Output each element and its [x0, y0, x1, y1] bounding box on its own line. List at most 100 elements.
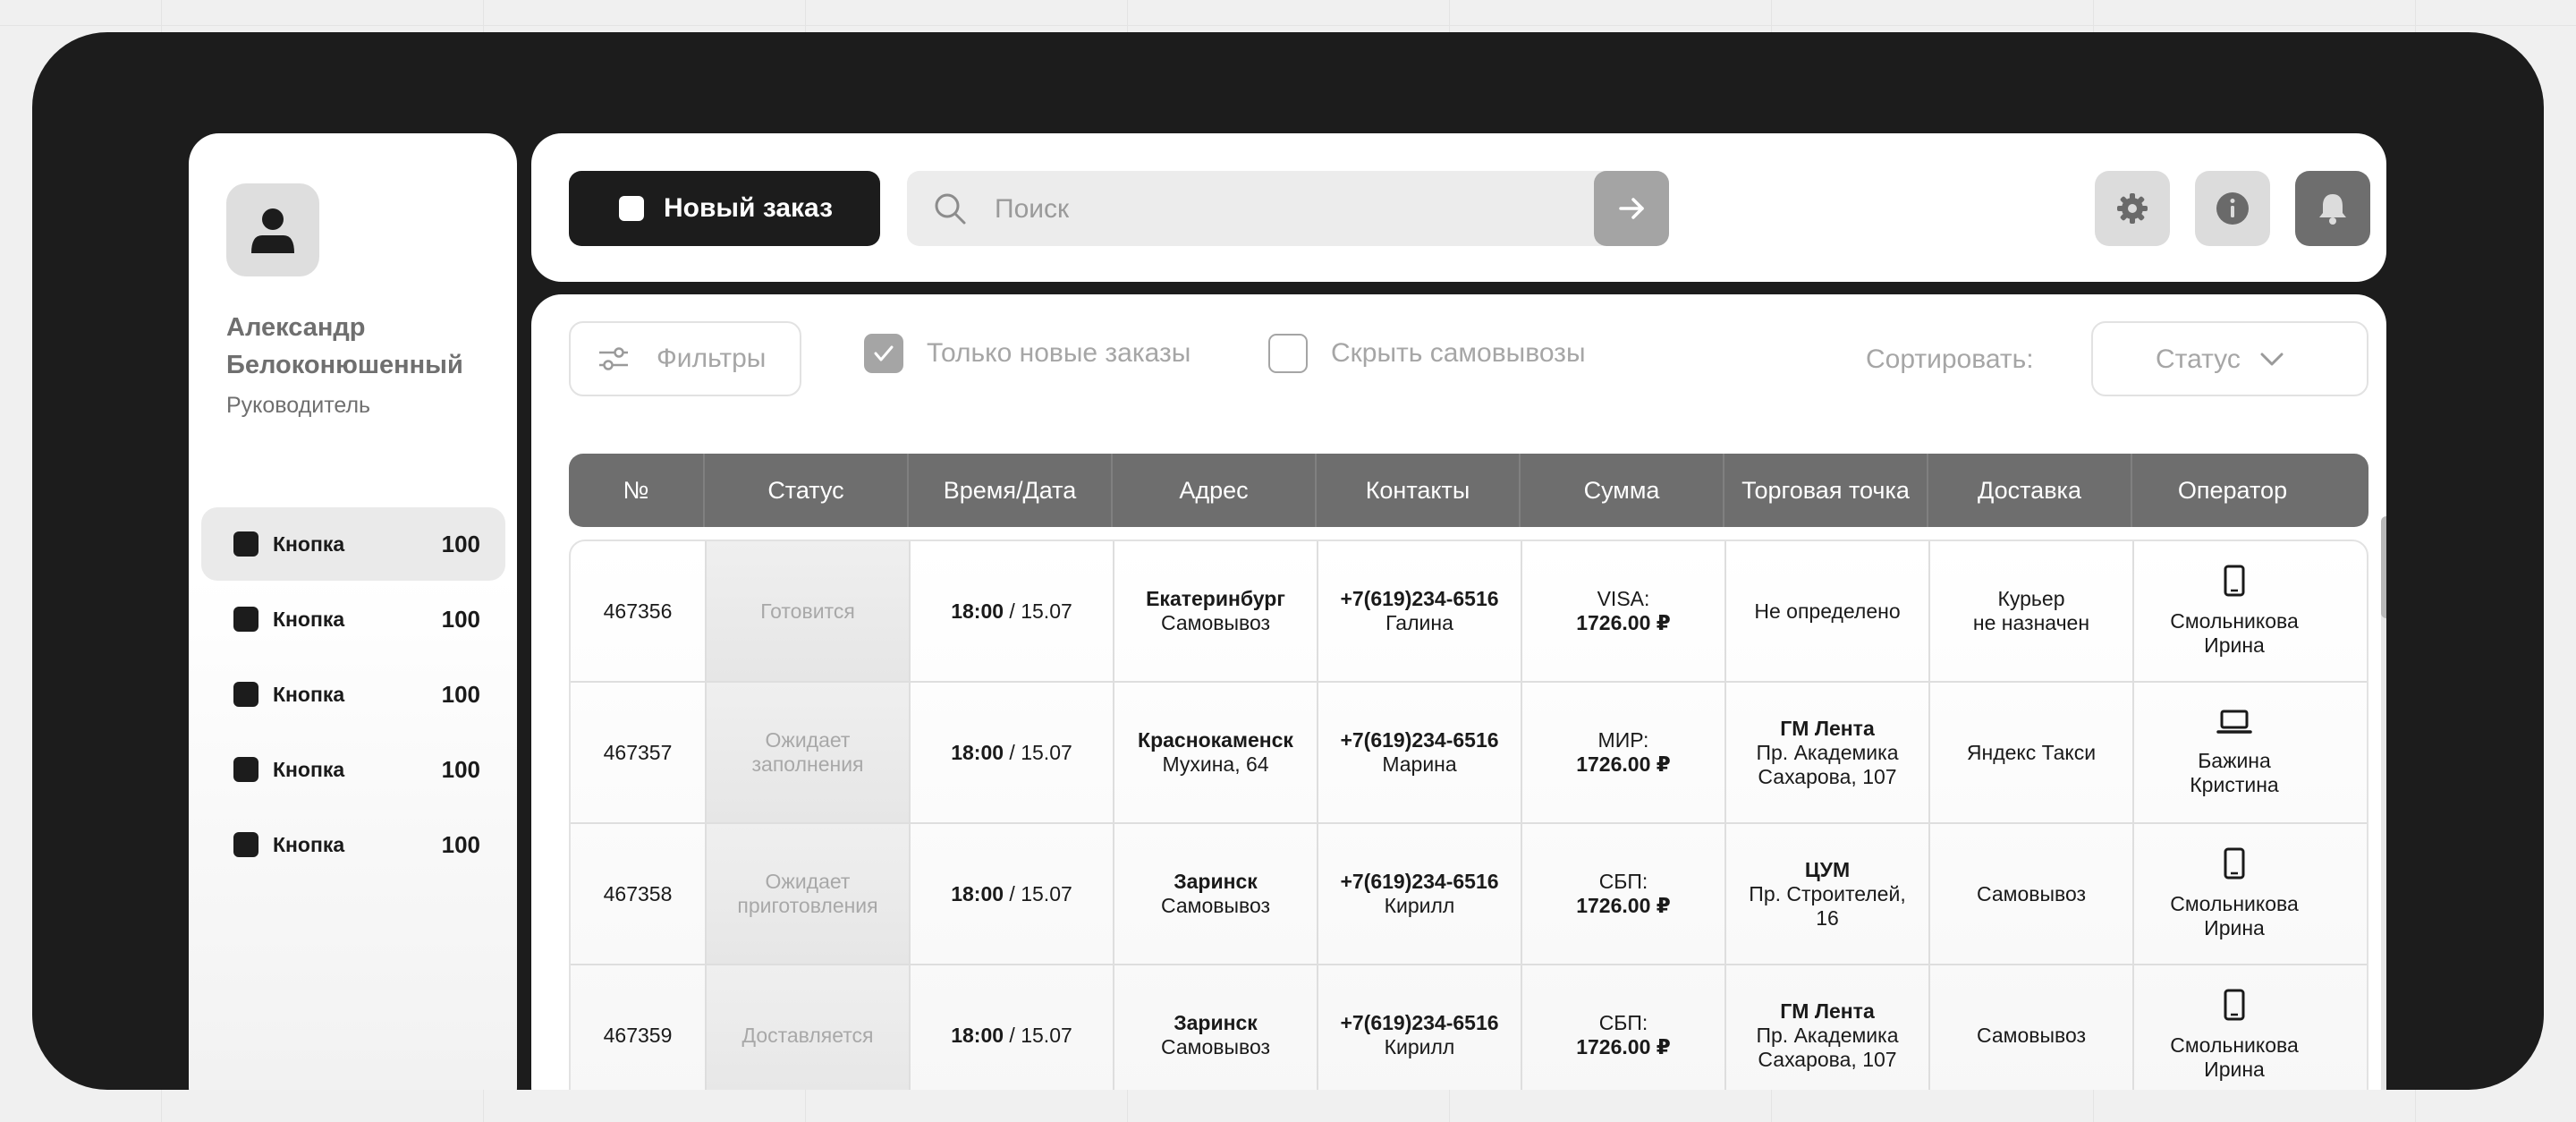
order-time: 18:00: [951, 1023, 1004, 1047]
sidebar-item[interactable]: Кнопка 100: [201, 658, 505, 731]
sidebar-item[interactable]: Кнопка 100: [201, 808, 505, 881]
operator-name: Смольникова Ирина: [2170, 609, 2299, 657]
sort-select[interactable]: Статус: [2091, 321, 2368, 396]
scrollbar-thumb[interactable]: [2381, 516, 2386, 618]
gear-icon: [2117, 193, 2148, 224]
search-submit-button[interactable]: [1594, 171, 1669, 246]
bell-icon: [2319, 194, 2346, 225]
orders-panel: Фильтры Только новые заказы Скрыть самов…: [531, 294, 2386, 1090]
checkbox-checked[interactable]: [864, 334, 903, 373]
user-name: Александр Белоконюшенный: [226, 313, 463, 379]
sidebar-item-count: 100: [441, 830, 480, 858]
column-header[interactable]: Оператор: [2132, 454, 2333, 527]
app-frame: Александр Белоконюшенный Руководитель Кн…: [32, 32, 2544, 1090]
phone-icon: [2223, 989, 2246, 1026]
contact-phone: +7(619)234-6516: [1340, 1011, 1499, 1034]
sidebar-item[interactable]: Кнопка 100: [201, 507, 505, 581]
store-name: ГМ Лента: [1780, 716, 1875, 740]
info-icon: [2216, 192, 2249, 225]
address-line: Самовывоз: [1160, 1035, 1271, 1058]
address-cell: Заринск Самовывоз: [1114, 965, 1318, 1090]
sidebar-item-count: 100: [441, 530, 480, 557]
order-id-cell: 467357: [571, 683, 707, 822]
order-amount: 1726.00 ₽: [1576, 894, 1671, 917]
address-line: Мухина, 64: [1162, 752, 1269, 776]
sidebar-item-label: Кнопка: [273, 607, 345, 631]
operator-name: Смольникова Ирина: [2170, 892, 2299, 939]
table-row[interactable]: 467359 Доставляется 18:00 / 15.07 Заринск Са…: [571, 965, 2367, 1090]
column-header[interactable]: №: [569, 454, 705, 527]
notifications-button[interactable]: [2295, 171, 2370, 246]
status-text: Ожидает заполнения: [751, 728, 864, 776]
sidebar-item[interactable]: Кнопка 100: [201, 582, 505, 656]
square-icon: [233, 757, 258, 782]
address-cell: Екатеринбург Самовывоз: [1114, 541, 1318, 681]
contacts-cell: +7(619)234-6516 Марина: [1318, 683, 1522, 822]
table-row[interactable]: 467358 Ожидает приготовления 18:00 / 15.07…: [571, 824, 2367, 965]
status-text: Ожидает приготовления: [737, 870, 878, 917]
status-cell: Ожидает заполнения: [707, 683, 911, 822]
sidebar-item[interactable]: Кнопка 100: [201, 733, 505, 806]
order-id: 467356: [603, 599, 673, 623]
sidebar-item-count: 100: [441, 755, 480, 783]
checkmark-icon: [874, 345, 894, 361]
delivery-cell: Яндекс Такси: [1930, 683, 2134, 822]
table-row[interactable]: 467357 Ожидает заполнения 18:00 / 15.07 Кра…: [571, 683, 2367, 824]
sort-label: Сортировать:: [1866, 344, 2034, 374]
phone-icon: [2223, 847, 2246, 885]
delivery-cell: Курьер не назначен: [1930, 541, 2134, 681]
status-cell: Доставляется: [707, 965, 911, 1090]
info-button[interactable]: [2195, 171, 2270, 246]
status-cell: Ожидает приготовления: [707, 824, 911, 964]
square-icon: [233, 832, 258, 857]
delivery-text: Самовывоз: [1976, 881, 2087, 905]
sum-cell: МИР: 1726.00 ₽: [1522, 683, 1726, 822]
order-date: / 15.07: [1004, 599, 1072, 623]
store-cell: ГМ Лента Пр. Академика Сахарова, 107: [1726, 683, 1930, 822]
column-header[interactable]: Доставка: [1928, 454, 2132, 527]
contact-name: Марина: [1382, 752, 1457, 776]
only-new-orders-label: Только новые заказы: [927, 338, 1191, 368]
delivery-text: Самовывоз: [1976, 1023, 2087, 1047]
new-order-button[interactable]: Новый заказ: [569, 171, 880, 246]
table-row[interactable]: 467356 Готовится 18:00 / 15.07 Екатеринбург…: [571, 541, 2367, 683]
operator-cell: Смольникова Ирина: [2134, 965, 2334, 1090]
settings-button[interactable]: [2095, 171, 2170, 246]
order-amount: 1726.00 ₽: [1576, 752, 1671, 776]
only-new-orders-checkbox[interactable]: Только новые заказы: [864, 334, 1191, 373]
store-address: Пр. Академика Сахарова, 107: [1756, 1023, 1899, 1071]
order-id-cell: 467356: [571, 541, 707, 681]
contacts-cell: +7(619)234-6516 Кирилл: [1318, 965, 1522, 1090]
store-cell: ГМ Лента Пр. Академика Сахарова, 107: [1726, 965, 1930, 1090]
top-bar: Новый заказ: [531, 133, 2386, 282]
sum-cell: VISA: 1726.00 ₽: [1522, 541, 1726, 681]
column-header[interactable]: Время/Дата: [909, 454, 1113, 527]
checkbox-unchecked[interactable]: [1268, 334, 1308, 373]
order-id-cell: 467359: [571, 965, 707, 1090]
new-order-label: Новый заказ: [664, 193, 834, 223]
status-cell: Готовится: [707, 541, 911, 681]
store-cell: ЦУМ Пр. Строителей, 16: [1726, 824, 1930, 964]
column-header[interactable]: Торговая точка: [1724, 454, 1928, 527]
column-header[interactable]: Адрес: [1113, 454, 1317, 527]
order-date: / 15.07: [1004, 740, 1072, 764]
scrollbar[interactable]: [2381, 516, 2386, 1090]
operator-cell: Смольникова Ирина: [2134, 541, 2334, 681]
orders-table-body: 467356 Готовится 18:00 / 15.07 Екатеринбург…: [569, 540, 2368, 1090]
filters-button[interactable]: Фильтры: [569, 321, 801, 396]
sidebar-item-label: Кнопка: [273, 757, 345, 781]
avatar[interactable]: [226, 183, 319, 276]
column-header[interactable]: Статус: [705, 454, 909, 527]
column-header[interactable]: Контакты: [1317, 454, 1521, 527]
time-cell: 18:00 / 15.07: [911, 683, 1114, 822]
hide-pickup-checkbox[interactable]: Скрыть самовывозы: [1268, 334, 1586, 373]
sum-cell: СБП: 1726.00 ₽: [1522, 965, 1726, 1090]
store-name: ГМ Лента: [1780, 999, 1875, 1023]
payment-method: МИР:: [1597, 728, 1649, 752]
column-header[interactable]: Сумма: [1521, 454, 1724, 527]
arrow-right-icon: [1619, 198, 1644, 219]
search-input[interactable]: [993, 171, 1533, 248]
sum-cell: СБП: 1726.00 ₽: [1522, 824, 1726, 964]
filters-label: Фильтры: [657, 344, 767, 373]
operator-name: Смольникова Ирина: [2170, 1033, 2299, 1081]
